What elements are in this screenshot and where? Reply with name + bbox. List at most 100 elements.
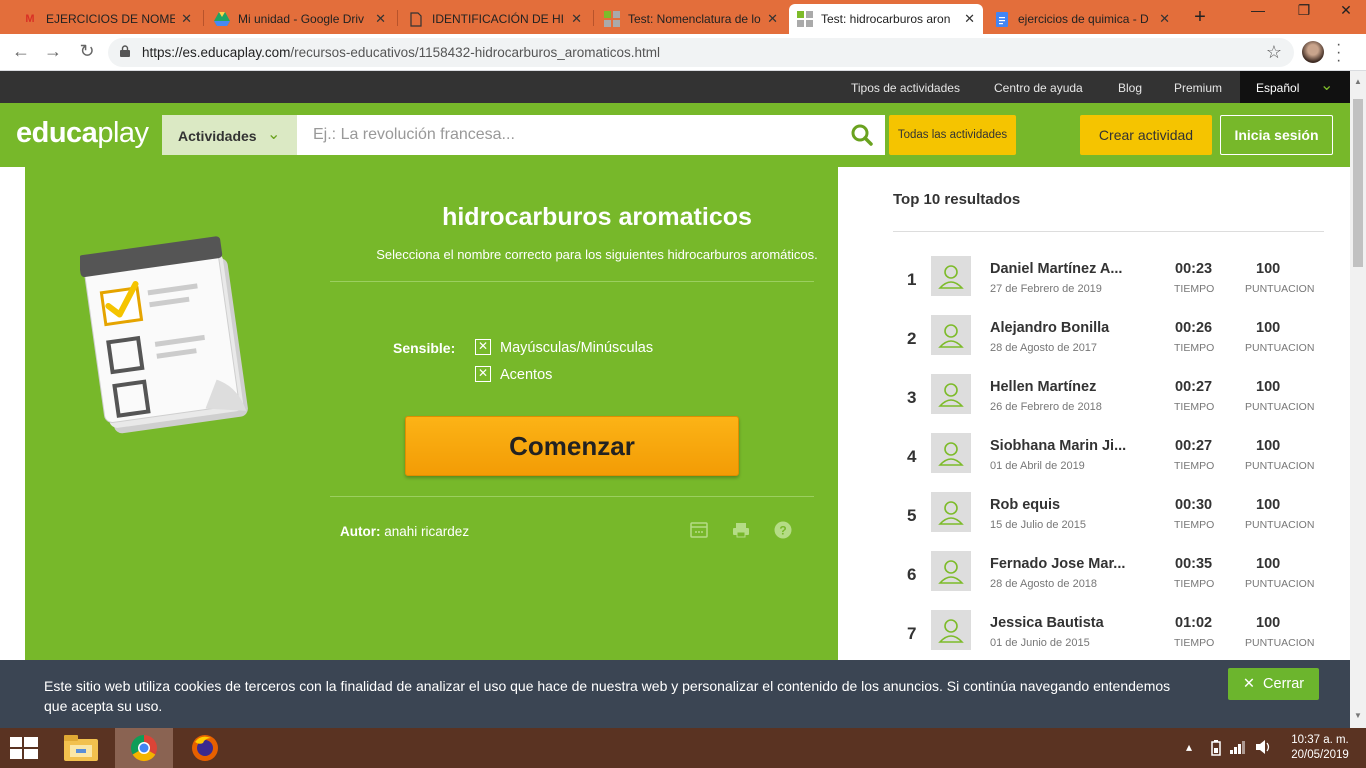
url-text: https://es.educaplay.com/recursos-educat… bbox=[142, 45, 660, 60]
browser-tab[interactable]: ejercicios de quimica - D ✕ bbox=[986, 4, 1178, 34]
educaplay-logo[interactable]: educaplay bbox=[16, 117, 149, 150]
time-label: TIEMPO bbox=[1174, 519, 1215, 531]
login-button[interactable]: Inicia sesión bbox=[1220, 115, 1333, 155]
scroll-down-icon[interactable]: ▼ bbox=[1354, 711, 1362, 720]
nav-link-activity-types[interactable]: Tipos de actividades bbox=[851, 81, 960, 95]
user-avatar-icon bbox=[931, 433, 971, 473]
browser-tab[interactable]: Test: Nomenclatura de lo ✕ bbox=[596, 4, 786, 34]
quiz-clipboard-icon bbox=[80, 236, 248, 434]
nav-link-blog[interactable]: Blog bbox=[1118, 81, 1142, 95]
back-arrow-icon[interactable]: ← bbox=[10, 41, 32, 62]
close-icon[interactable]: ✕ bbox=[964, 11, 975, 27]
new-tab-button[interactable]: + bbox=[1188, 6, 1212, 29]
cookie-close-button[interactable]: ✕ Cerrar bbox=[1228, 668, 1319, 700]
language-selector[interactable]: Español ⌄ bbox=[1240, 71, 1350, 103]
browser-tab-active[interactable]: Test: hidrocarburos aron ✕ bbox=[789, 4, 983, 34]
search-icon[interactable] bbox=[850, 123, 874, 147]
rank-number: 4 bbox=[907, 447, 917, 466]
close-icon[interactable]: ✕ bbox=[571, 11, 582, 27]
close-icon[interactable]: ✕ bbox=[375, 11, 386, 27]
player-name[interactable]: Rob equis bbox=[990, 497, 1135, 513]
clock-date: 20/05/2019 bbox=[1291, 749, 1349, 761]
tab-title: Test: hidrocarburos aron bbox=[821, 12, 951, 26]
minimize-icon[interactable]: — bbox=[1238, 2, 1278, 18]
category-label: Actividades bbox=[178, 128, 257, 144]
result-time: 00:27 bbox=[1175, 438, 1213, 454]
author-name[interactable]: anahi ricardez bbox=[384, 524, 469, 539]
user-avatar-icon bbox=[931, 492, 971, 532]
case-sensitive-checkbox[interactable]: ✕ bbox=[475, 339, 491, 355]
result-date: 01 de Abril de 2019 bbox=[990, 460, 1085, 472]
system-clock[interactable]: 10:37 a. m. 20/05/2019 bbox=[1288, 733, 1352, 763]
help-icon[interactable]: ? bbox=[774, 521, 792, 539]
tab-title: Mi unidad - Google Driv bbox=[238, 12, 365, 26]
create-activity-button[interactable]: Crear actividad bbox=[1080, 115, 1212, 155]
menu-dots-icon[interactable]: · · · bbox=[1336, 37, 1341, 69]
page-scrollbar[interactable]: ▲ ▼ bbox=[1350, 71, 1366, 728]
logo-part-b: play bbox=[97, 117, 149, 149]
bookmark-star-icon[interactable]: ☆ bbox=[1266, 42, 1282, 63]
all-activities-button[interactable]: Todas las actividades bbox=[889, 115, 1016, 155]
close-icon[interactable]: ✕ bbox=[1159, 11, 1170, 27]
firefox-icon[interactable] bbox=[176, 728, 234, 768]
forward-arrow-icon[interactable]: → bbox=[42, 41, 64, 62]
docs-icon bbox=[994, 11, 1010, 27]
scroll-up-icon[interactable]: ▲ bbox=[1354, 77, 1362, 86]
player-name[interactable]: Siobhana Marin Ji... bbox=[990, 438, 1135, 454]
score-label: PUNTUACION bbox=[1245, 578, 1315, 590]
result-score: 100 bbox=[1256, 261, 1281, 277]
nav-link-help-center[interactable]: Centro de ayuda bbox=[994, 81, 1083, 95]
result-score: 100 bbox=[1256, 615, 1281, 631]
player-name[interactable]: Hellen Martínez bbox=[990, 379, 1135, 395]
user-avatar-icon bbox=[931, 610, 971, 650]
time-label: TIEMPO bbox=[1174, 460, 1215, 472]
address-bar[interactable]: https://es.educaplay.com/recursos-educat… bbox=[108, 38, 1294, 67]
volume-icon[interactable] bbox=[1256, 740, 1272, 757]
tab-title: EJERCICIOS DE NOMENC bbox=[46, 12, 176, 26]
user-avatar-icon bbox=[931, 315, 971, 355]
accents-checkbox[interactable]: ✕ bbox=[475, 366, 491, 382]
reload-icon[interactable]: ↻ bbox=[76, 41, 98, 62]
chrome-icon[interactable] bbox=[115, 728, 173, 768]
result-score: 100 bbox=[1256, 556, 1281, 572]
player-name[interactable]: Alejandro Bonilla bbox=[990, 320, 1135, 336]
category-select[interactable]: Actividades ⌄ bbox=[162, 115, 297, 155]
browser-tab[interactable]: M EJERCICIOS DE NOMENC ✕ bbox=[14, 4, 200, 34]
result-time: 00:23 bbox=[1175, 261, 1213, 277]
score-label: PUNTUACION bbox=[1245, 637, 1315, 649]
battery-icon[interactable] bbox=[1210, 740, 1222, 759]
print-icon[interactable] bbox=[732, 521, 750, 539]
browser-tab[interactable]: IDENTIFICACIÓN DE HID ✕ bbox=[400, 4, 590, 34]
result-time: 00:35 bbox=[1175, 556, 1213, 572]
browser-tab[interactable]: Mi unidad - Google Driv ✕ bbox=[206, 4, 394, 34]
restore-icon[interactable]: ❐ bbox=[1284, 2, 1324, 19]
sensitive-label: Sensible: bbox=[393, 340, 456, 356]
windows-start-icon[interactable] bbox=[10, 737, 38, 759]
tab-title: ejercicios de quimica - D bbox=[1018, 12, 1149, 26]
nav-link-premium[interactable]: Premium bbox=[1174, 81, 1222, 95]
profile-avatar[interactable] bbox=[1302, 41, 1324, 63]
tray-expand-icon[interactable]: ▴ bbox=[1186, 740, 1192, 754]
scrollbar-thumb[interactable] bbox=[1353, 99, 1363, 267]
tab-separator bbox=[397, 10, 398, 26]
close-icon[interactable]: ✕ bbox=[767, 11, 778, 27]
signal-icon[interactable] bbox=[1230, 740, 1246, 757]
player-name[interactable]: Jessica Bautista bbox=[990, 615, 1135, 631]
tab-separator bbox=[593, 10, 594, 26]
url-host: https://es.educaplay.com bbox=[142, 45, 291, 60]
embed-icon[interactable] bbox=[690, 521, 708, 539]
file-explorer-icon[interactable] bbox=[52, 728, 110, 768]
close-icon[interactable]: ✕ bbox=[181, 11, 192, 27]
result-date: 01 de Junio de 2015 bbox=[990, 637, 1090, 649]
lock-icon bbox=[120, 45, 130, 60]
player-name[interactable]: Daniel Martínez A... bbox=[990, 261, 1135, 277]
activity-title: hidrocarburos aromaticos bbox=[442, 203, 752, 231]
svg-text:?: ? bbox=[779, 524, 786, 538]
ranking-row: 3 Hellen Martínez 26 de Febrero de 2018 00:… bbox=[893, 374, 1333, 433]
search-input[interactable] bbox=[297, 115, 885, 155]
result-time: 00:30 bbox=[1175, 497, 1213, 513]
player-name[interactable]: Fernado Jose Mar... bbox=[990, 556, 1135, 572]
rank-number: 2 bbox=[907, 329, 917, 348]
close-window-icon[interactable]: ✕ bbox=[1326, 2, 1366, 19]
start-button[interactable]: Comenzar bbox=[405, 416, 739, 476]
